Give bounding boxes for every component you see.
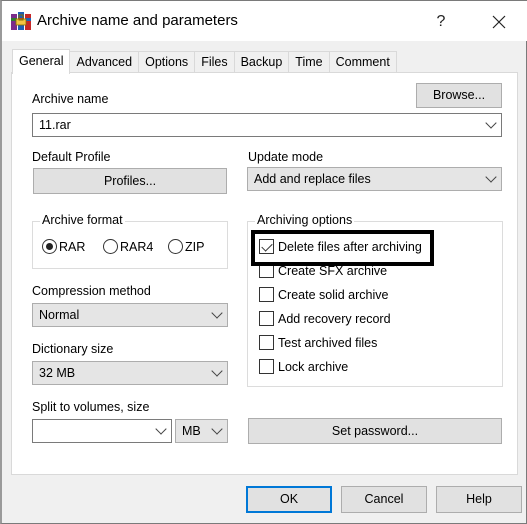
checkbox-recovery-record[interactable]: Add recovery record bbox=[259, 311, 391, 326]
archive-name-label: Archive name bbox=[32, 92, 109, 106]
checkbox-test-archived[interactable]: Test archived files bbox=[259, 335, 377, 350]
dictionary-size-select[interactable]: 32 MB bbox=[32, 361, 228, 385]
tab-files[interactable]: Files bbox=[194, 51, 235, 73]
archiving-options-title: Archiving options bbox=[255, 213, 355, 227]
checkbox-label: Add recovery record bbox=[278, 311, 391, 326]
checkbox-icon[interactable] bbox=[259, 311, 274, 326]
tab-comment[interactable]: Comment bbox=[328, 51, 397, 73]
chevron-down-icon[interactable] bbox=[155, 423, 167, 435]
checkbox-label: Delete files after archiving bbox=[278, 239, 422, 254]
tab-options[interactable]: Options bbox=[138, 51, 196, 73]
cancel-button[interactable]: Cancel bbox=[341, 486, 427, 513]
archive-name-combo[interactable]: 11.rar bbox=[32, 113, 502, 137]
help-title-button[interactable]: ? bbox=[426, 9, 456, 35]
radio-zip[interactable]: ZIP bbox=[168, 239, 204, 254]
checkbox-icon[interactable] bbox=[259, 335, 274, 350]
update-mode-label: Update mode bbox=[248, 150, 324, 164]
checkbox-create-solid[interactable]: Create solid archive bbox=[259, 287, 388, 302]
split-unit-value[interactable]: MB bbox=[182, 424, 201, 438]
chevron-down-icon[interactable] bbox=[211, 423, 223, 435]
split-volumes-label: Split to volumes, size bbox=[32, 400, 150, 414]
checkbox-label: Lock archive bbox=[278, 359, 349, 374]
checkbox-lock-archive[interactable]: Lock archive bbox=[259, 359, 348, 374]
tab-general[interactable]: General bbox=[12, 49, 71, 74]
ok-button[interactable]: OK bbox=[246, 486, 332, 513]
tab-time[interactable]: Time bbox=[288, 51, 330, 73]
compression-method-select[interactable]: Normal bbox=[32, 303, 228, 327]
checkbox-icon[interactable] bbox=[259, 263, 274, 278]
split-volumes-combo[interactable] bbox=[32, 419, 172, 443]
checkbox-delete-files[interactable]: Delete files after archiving bbox=[259, 239, 422, 254]
update-mode-value[interactable]: Add and replace files bbox=[254, 172, 371, 186]
radio-unselected-icon[interactable] bbox=[103, 239, 118, 254]
set-password-button[interactable]: Set password... bbox=[248, 418, 502, 444]
close-icon bbox=[492, 15, 506, 29]
tab-strip: General Advanced Options Files Backup Ti… bbox=[12, 49, 397, 74]
default-profile-label: Default Profile bbox=[32, 150, 111, 164]
window-title: Archive name and parameters bbox=[37, 12, 238, 29]
radio-rar[interactable]: RAR bbox=[42, 239, 85, 254]
dictionary-size-label: Dictionary size bbox=[32, 342, 114, 356]
checkbox-icon[interactable] bbox=[259, 287, 274, 302]
checkbox-label: Create solid archive bbox=[278, 287, 389, 302]
archive-format-title: Archive format bbox=[40, 213, 125, 227]
archive-dialog: Archive name and parameters ? General Ad… bbox=[0, 0, 527, 524]
dictionary-size-value[interactable]: 32 MB bbox=[39, 366, 75, 380]
radio-rar-label: RAR bbox=[59, 239, 86, 254]
checkbox-checked-icon[interactable] bbox=[259, 239, 274, 254]
checkbox-label: Create SFX archive bbox=[278, 263, 388, 278]
update-mode-select[interactable]: Add and replace files bbox=[247, 167, 502, 191]
split-unit-select[interactable]: MB bbox=[175, 419, 228, 443]
tab-backup[interactable]: Backup bbox=[233, 51, 290, 73]
chevron-down-icon[interactable] bbox=[485, 117, 497, 129]
chevron-down-icon[interactable] bbox=[485, 171, 497, 183]
close-button[interactable] bbox=[484, 9, 514, 35]
checkbox-icon[interactable] bbox=[259, 359, 274, 374]
compression-method-label: Compression method bbox=[32, 284, 151, 298]
radio-unselected-icon[interactable] bbox=[168, 239, 183, 254]
radio-selected-icon[interactable] bbox=[42, 239, 57, 254]
radio-rar4-label: RAR4 bbox=[120, 239, 154, 254]
title-bar: Archive name and parameters ? bbox=[2, 1, 527, 41]
checkbox-create-sfx[interactable]: Create SFX archive bbox=[259, 263, 387, 278]
browse-button[interactable]: Browse... bbox=[416, 83, 502, 108]
archive-name-value[interactable]: 11.rar bbox=[39, 118, 71, 132]
radio-rar4[interactable]: RAR4 bbox=[103, 239, 153, 254]
tab-advanced[interactable]: Advanced bbox=[69, 51, 140, 73]
chevron-down-icon[interactable] bbox=[211, 307, 223, 319]
chevron-down-icon[interactable] bbox=[211, 365, 223, 377]
profiles-button[interactable]: Profiles... bbox=[33, 168, 227, 194]
radio-zip-label: ZIP bbox=[185, 239, 205, 254]
help-button[interactable]: Help bbox=[436, 486, 522, 513]
compression-method-value[interactable]: Normal bbox=[39, 308, 79, 322]
winrar-books-icon bbox=[11, 12, 31, 30]
checkbox-label: Test archived files bbox=[278, 335, 378, 350]
